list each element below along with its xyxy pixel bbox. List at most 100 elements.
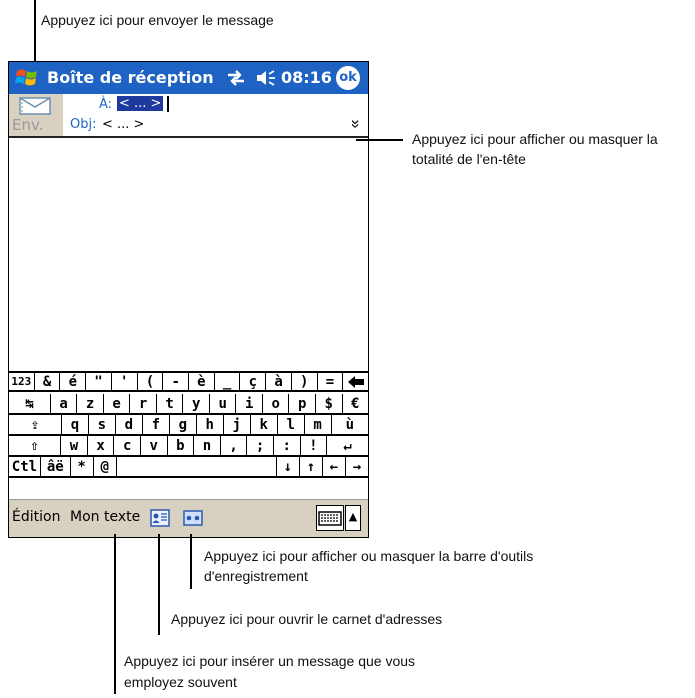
callout-send: Appuyez ici pour envoyer le message [41, 12, 274, 28]
key[interactable]: " [86, 373, 112, 390]
cassette-icon[interactable] [183, 510, 203, 526]
sip-toggle-arrow[interactable]: ▲ [345, 505, 361, 531]
connectivity-icon[interactable] [225, 68, 247, 88]
key[interactable]: ) [292, 373, 318, 390]
pocket-pc-screen: Boîte de réception 08:16 ok Env. À: < ..… [8, 61, 369, 538]
key-123[interactable]: 123 [9, 373, 35, 390]
arrow-down-key[interactable]: ↓ [277, 457, 300, 476]
key[interactable]: * [71, 457, 94, 476]
keyboard-row-1: 123 & é " ' ( - è _ ç à ) = [9, 371, 368, 392]
key[interactable]: n [194, 436, 221, 455]
callout-header-leader [356, 139, 403, 141]
key[interactable]: b [168, 436, 195, 455]
key[interactable]: c [114, 436, 141, 455]
key[interactable]: q [62, 415, 89, 434]
speaker-icon[interactable] [255, 69, 277, 87]
shift-key[interactable]: ⇧ [9, 436, 62, 455]
keyboard-row-4: ⇧ w x c v b n , ; : ! ↵ [9, 436, 368, 457]
key[interactable]: s [89, 415, 116, 434]
space-key[interactable] [117, 457, 277, 476]
key[interactable]: h [197, 415, 224, 434]
ok-button[interactable]: ok [336, 66, 360, 90]
key[interactable]: - [163, 373, 190, 390]
keyboard-row-3: ⇪ q s d f g h j k l m ù [9, 415, 368, 436]
callout-my-text-2: employez souvent [124, 674, 237, 690]
key[interactable]: ù [332, 415, 368, 434]
chevron-up-icon: ▲ [348, 510, 358, 523]
edit-menu[interactable]: Édition [12, 509, 60, 525]
keyboard-icon[interactable] [316, 505, 344, 531]
message-body[interactable] [9, 138, 368, 371]
callout-recording-2: d'enregistrement [204, 568, 308, 584]
key[interactable]: r [130, 394, 157, 413]
key[interactable]: t [157, 394, 184, 413]
arrow-up-key[interactable]: ↑ [300, 457, 323, 476]
key[interactable]: & [35, 373, 61, 390]
key[interactable]: @ [94, 457, 117, 476]
key[interactable]: f [143, 415, 170, 434]
ctrl-key[interactable]: Ctl [9, 457, 41, 476]
accents-key[interactable]: âë [41, 457, 71, 476]
callout-address-leader [158, 534, 160, 635]
key[interactable]: ; [247, 436, 274, 455]
key[interactable]: è [189, 373, 215, 390]
backspace-icon [347, 375, 364, 388]
to-field[interactable]: < ... > [117, 96, 164, 111]
key[interactable]: x [88, 436, 115, 455]
key[interactable]: y [183, 394, 210, 413]
callout-address-book: Appuyez ici pour ouvrir le carnet d'adre… [171, 611, 443, 627]
caps-key[interactable]: ⇪ [9, 415, 62, 434]
keyboard-row-5: Ctl âë * @ ↓ ↑ ← → [9, 457, 368, 478]
key[interactable]: m [305, 415, 332, 434]
my-text-menu[interactable]: Mon texte [70, 509, 140, 525]
clock[interactable]: 08:16 [281, 68, 332, 87]
key[interactable]: ç [240, 373, 267, 390]
key[interactable]: = [318, 373, 344, 390]
ok-label: ok [339, 70, 357, 85]
arrow-right-key[interactable]: → [346, 457, 368, 476]
to-label: À: [99, 97, 113, 112]
key[interactable]: e [104, 394, 131, 413]
enter-key[interactable]: ↵ [327, 436, 368, 455]
key[interactable]: l [278, 415, 305, 434]
send-button[interactable]: Env. [9, 94, 63, 136]
key[interactable]: ' [112, 373, 138, 390]
key[interactable]: ( [138, 373, 164, 390]
key[interactable]: o [263, 394, 290, 413]
key[interactable]: w [61, 436, 88, 455]
title-bar: Boîte de réception 08:16 ok [9, 62, 368, 94]
keyboard-row-2: ↹ a z e r t y u i o p $ € [9, 394, 368, 415]
key[interactable]: z [77, 394, 104, 413]
key[interactable]: p [289, 394, 316, 413]
tab-key[interactable]: ↹ [9, 394, 51, 413]
envelope-icon [15, 97, 51, 115]
key[interactable]: € [343, 394, 369, 413]
key[interactable]: _ [215, 373, 241, 390]
key[interactable]: : [274, 436, 301, 455]
callout-mytext-leader [114, 534, 116, 694]
send-label: Env. [12, 116, 44, 134]
key[interactable]: ! [301, 436, 328, 455]
subject-field[interactable]: < ... > [102, 117, 144, 132]
key[interactable]: u [210, 394, 237, 413]
key[interactable]: , [221, 436, 248, 455]
key[interactable]: é [60, 373, 87, 390]
key[interactable]: à [266, 373, 292, 390]
callout-header-toggle-2: totalité de l'en-tête [412, 151, 526, 167]
key[interactable]: d [116, 415, 143, 434]
expand-header-button[interactable]: » [346, 116, 364, 132]
key[interactable]: a [51, 394, 78, 413]
key[interactable]: j [224, 415, 251, 434]
arrow-left-key[interactable]: ← [323, 457, 346, 476]
key[interactable]: i [236, 394, 263, 413]
key[interactable]: k [251, 415, 278, 434]
key[interactable]: v [141, 436, 168, 455]
backspace-key[interactable] [343, 373, 368, 390]
address-card-icon[interactable] [150, 509, 170, 527]
key[interactable]: $ [316, 394, 343, 413]
windows-flag-icon[interactable] [14, 66, 40, 90]
key[interactable]: g [170, 415, 197, 434]
callout-recording-leader [190, 534, 192, 589]
callout-header-toggle-1: Appuyez ici pour afficher ou masquer la [412, 131, 658, 147]
soft-keyboard: 123 & é " ' ( - è _ ç à ) = ↹ a z e r t … [9, 371, 368, 499]
